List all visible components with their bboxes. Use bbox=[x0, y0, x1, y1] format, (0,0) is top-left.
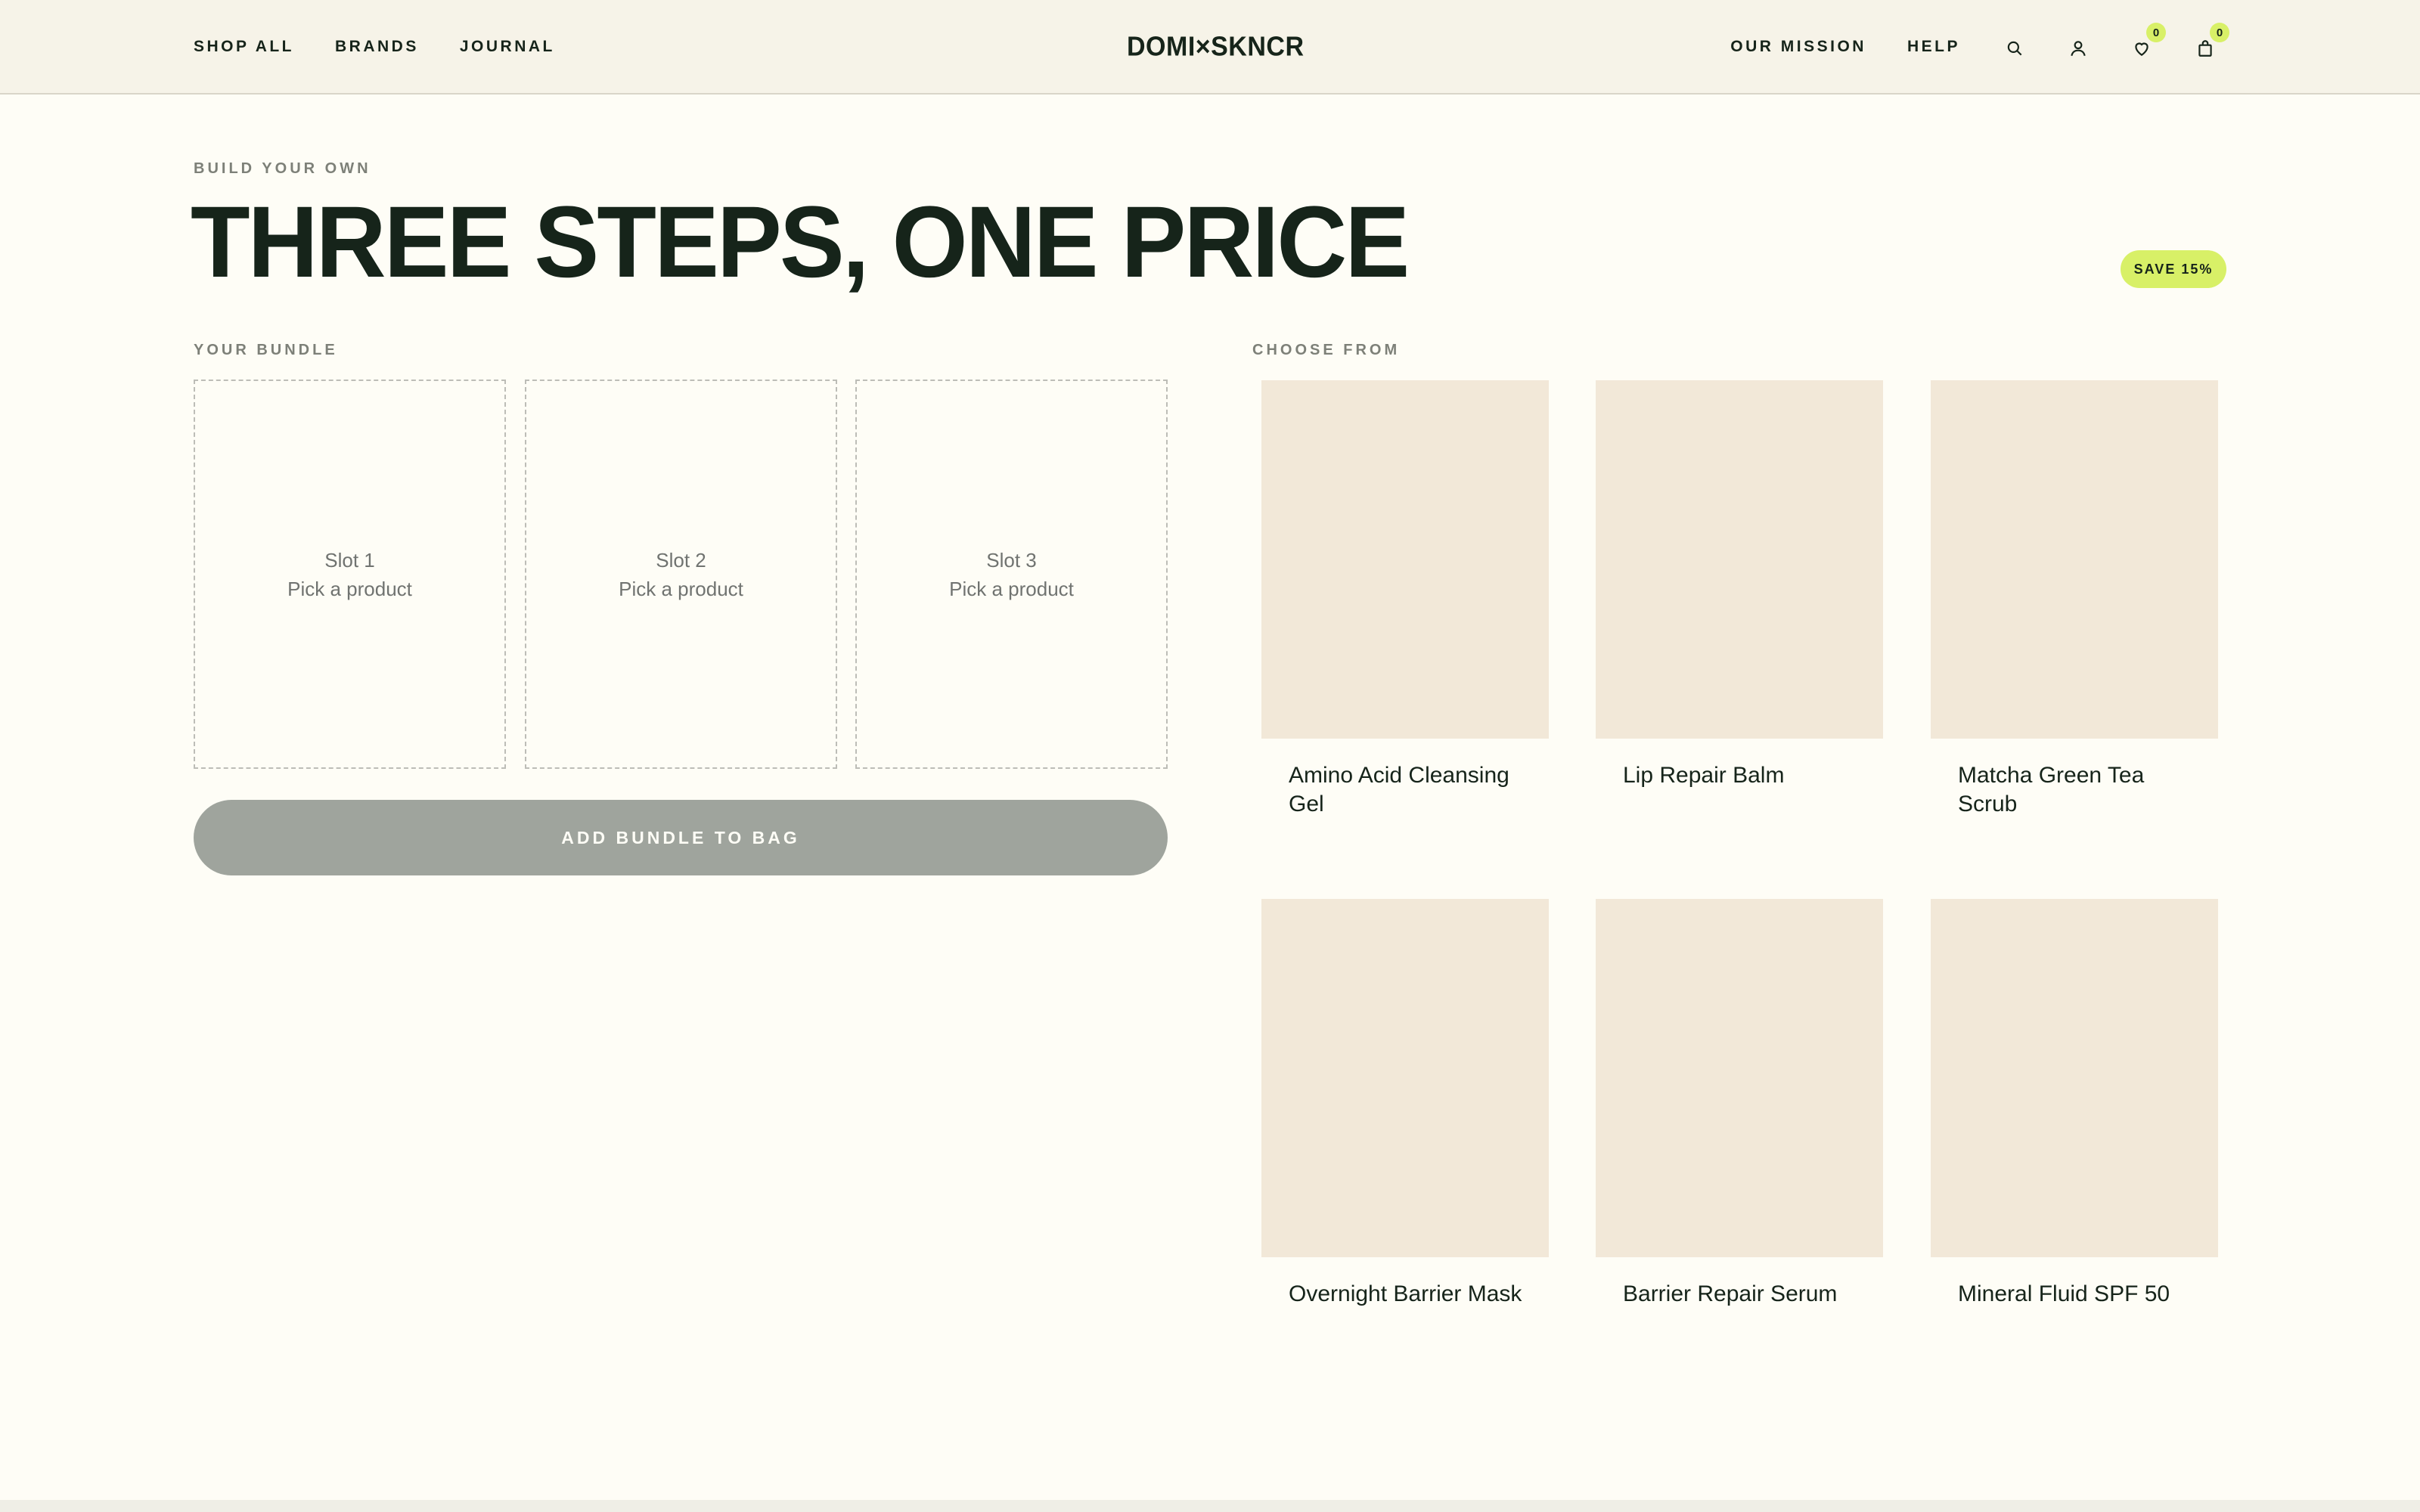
product-name[interactable]: Matcha Green Tea Scrub bbox=[1931, 761, 2218, 819]
product-name[interactable]: Mineral Fluid SPF 50 bbox=[1931, 1280, 2218, 1309]
product-name[interactable]: Lip Repair Balm bbox=[1596, 761, 1883, 790]
slot-hint: Pick a product bbox=[949, 577, 1074, 600]
save-badge: SAVE 15% bbox=[2121, 250, 2226, 288]
add-bundle-to-bag-button[interactable]: ADD BUNDLE TO BAG bbox=[194, 800, 1168, 875]
secondary-nav: OUR MISSION HELP bbox=[1730, 36, 1960, 57]
site-logo[interactable]: DOMI×SKNCR bbox=[1127, 29, 1304, 64]
account-button[interactable] bbox=[2062, 33, 2095, 64]
bag-icon bbox=[2198, 40, 2212, 57]
product-image[interactable] bbox=[1596, 899, 1883, 1257]
slot-title: Slot 2 bbox=[656, 548, 706, 572]
footer-divider bbox=[0, 1500, 2420, 1512]
product-card[interactable]: Barrier Repair Serum bbox=[1596, 899, 1883, 1309]
site-header: SHOP ALL BRANDS JOURNAL DOMI×SKNCR OUR M… bbox=[0, 0, 2420, 94]
bundle-slot-1[interactable]: Slot 1 Pick a product bbox=[194, 380, 506, 769]
nav-help[interactable]: HELP bbox=[1907, 36, 1960, 57]
slot-title: Slot 3 bbox=[986, 548, 1037, 572]
slot-hint: Pick a product bbox=[619, 577, 743, 600]
product-image[interactable] bbox=[1261, 380, 1549, 739]
bundle-slot-3[interactable]: Slot 3 Pick a product bbox=[855, 380, 1168, 769]
product-card[interactable]: Matcha Green Tea Scrub bbox=[1931, 380, 2218, 819]
cart-button[interactable]: 0 bbox=[2189, 23, 2229, 64]
search-icon bbox=[2007, 41, 2022, 56]
cart-count-badge: 0 bbox=[2210, 23, 2229, 42]
product-name[interactable]: Overnight Barrier Mask bbox=[1261, 1280, 1549, 1309]
wishlist-button[interactable]: 0 bbox=[2125, 23, 2166, 64]
wishlist-count-badge: 0 bbox=[2146, 23, 2166, 42]
hero-eyebrow: BUILD YOUR OWN bbox=[194, 160, 371, 177]
nav-journal[interactable]: JOURNAL bbox=[460, 36, 555, 57]
header-icons: 0 0 bbox=[1998, 23, 2229, 64]
page-title: THREE STEPS, ONE PRICE bbox=[191, 186, 1410, 299]
slot-hint: Pick a product bbox=[287, 577, 412, 600]
product-card[interactable]: Amino Acid Cleansing Gel bbox=[1261, 380, 1549, 819]
product-name[interactable]: Barrier Repair Serum bbox=[1596, 1280, 1883, 1309]
nav-shop-all[interactable]: SHOP ALL bbox=[194, 36, 294, 57]
primary-nav: SHOP ALL BRANDS JOURNAL bbox=[194, 36, 555, 57]
product-image[interactable] bbox=[1261, 899, 1549, 1257]
product-image[interactable] bbox=[1596, 380, 1883, 739]
bundle-label: YOUR BUNDLE bbox=[194, 342, 338, 358]
product-card[interactable]: Overnight Barrier Mask bbox=[1261, 899, 1549, 1309]
product-image[interactable] bbox=[1931, 899, 2218, 1257]
product-card[interactable]: Mineral Fluid SPF 50 bbox=[1931, 899, 2218, 1309]
bundle-slot-2[interactable]: Slot 2 Pick a product bbox=[525, 380, 837, 769]
nav-our-mission[interactable]: OUR MISSION bbox=[1730, 36, 1866, 57]
slot-title: Slot 1 bbox=[324, 548, 375, 572]
product-image[interactable] bbox=[1931, 380, 2218, 739]
product-name[interactable]: Amino Acid Cleansing Gel bbox=[1261, 761, 1549, 819]
search-button[interactable] bbox=[1998, 33, 2031, 64]
user-icon bbox=[2071, 41, 2086, 57]
product-card[interactable]: Lip Repair Balm bbox=[1596, 380, 1883, 790]
heart-icon bbox=[2135, 42, 2149, 56]
catalog-label: CHOOSE FROM bbox=[1252, 342, 1401, 358]
nav-brands[interactable]: BRANDS bbox=[335, 36, 419, 57]
